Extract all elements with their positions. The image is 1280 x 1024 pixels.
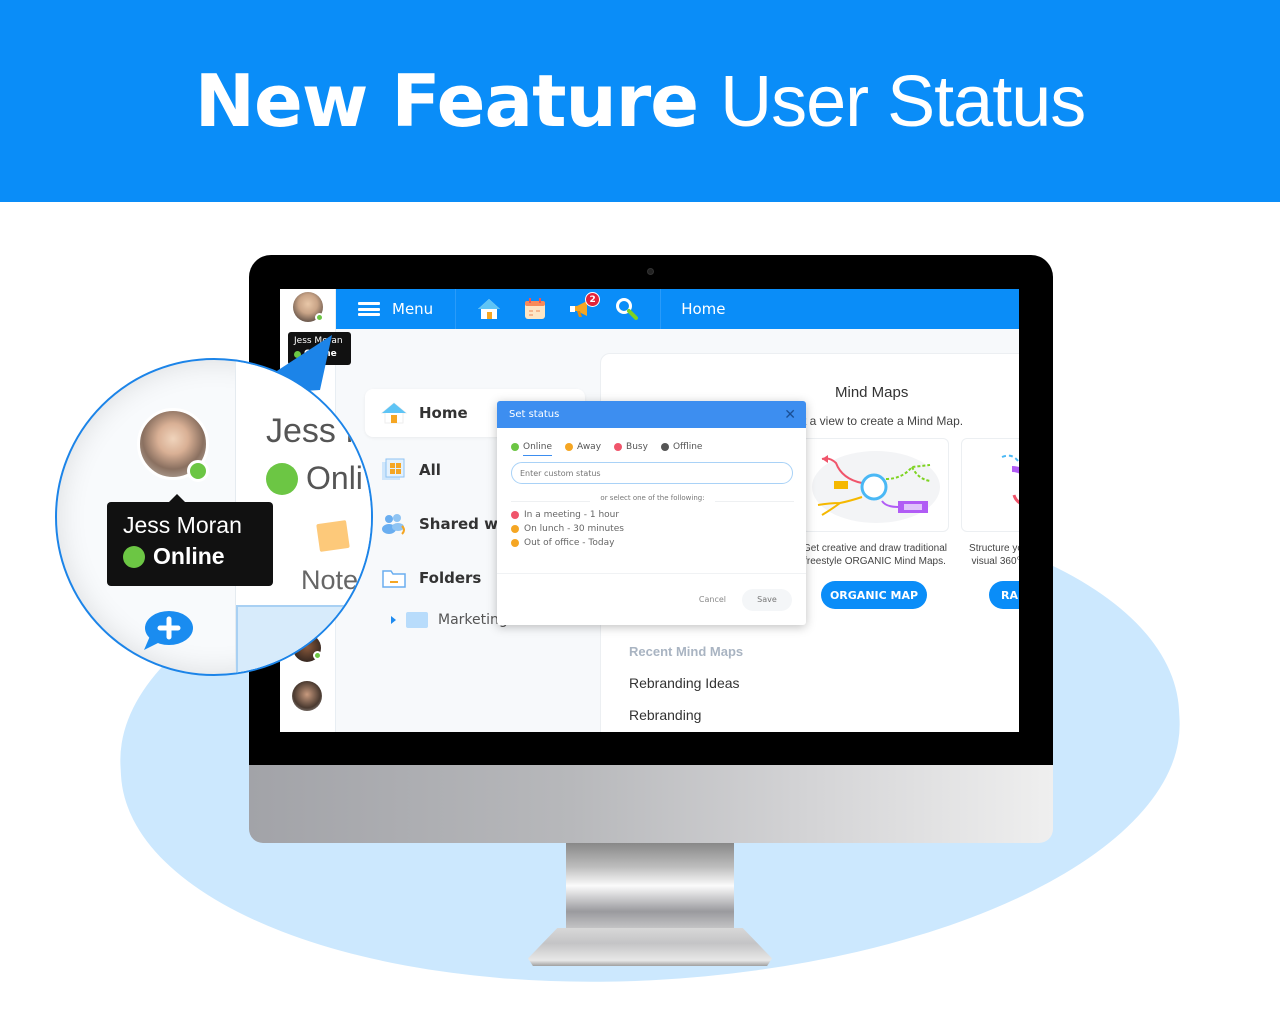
camera-icon — [647, 268, 654, 275]
radial-map-description: Structure yo visual 360° — [969, 543, 1019, 567]
home-icon — [478, 299, 501, 319]
dialog-footer: Cancel Save — [497, 573, 806, 625]
magnified-note-label: Note — [301, 565, 359, 595]
monitor-base — [528, 928, 772, 966]
save-button[interactable]: Save — [742, 588, 792, 611]
busy-dot-icon — [614, 443, 623, 451]
magnified-selection — [236, 605, 371, 674]
status-option-offline[interactable]: Offline — [660, 442, 702, 452]
radial-map-preview[interactable] — [961, 438, 1019, 532]
or-select-text: or select one of the following: — [590, 494, 715, 502]
online-status-dot — [187, 460, 209, 482]
folder-icon — [406, 612, 428, 628]
app-screen: Menu 2 Home Jess Moran Online Home — [280, 289, 1019, 732]
radial-map-button[interactable]: RA — [989, 581, 1019, 609]
recent-heading: Recent Mind Maps — [629, 644, 744, 659]
organic-map-button[interactable]: ORGANIC MAP — [821, 581, 927, 609]
cancel-button[interactable]: Cancel — [699, 595, 726, 604]
organic-mindmap-illustration — [812, 451, 940, 523]
online-status-dot — [315, 313, 324, 322]
organic-map-preview[interactable] — [801, 438, 949, 532]
search-button[interactable] — [604, 289, 650, 329]
hamburger-icon — [358, 302, 380, 316]
home-button[interactable] — [466, 289, 512, 329]
dialog-header: Set status ✕ — [497, 401, 806, 428]
busy-dot-icon — [511, 511, 519, 519]
menu-label: Menu — [392, 300, 434, 318]
calendar-button[interactable] — [512, 289, 558, 329]
dialog-title: Set status — [509, 409, 560, 420]
folder-icon — [382, 570, 406, 588]
radial-mindmap-illustration — [1001, 454, 1019, 505]
set-status-dialog: Set status ✕ Online Away Busy Offline or… — [497, 401, 806, 625]
people-icon — [382, 514, 405, 535]
top-navigation-bar: Menu 2 Home — [336, 289, 1019, 329]
section-title: Mind Maps — [835, 384, 909, 401]
preset-status[interactable]: On lunch - 30 minutes — [497, 522, 806, 536]
online-dot-icon — [266, 462, 298, 495]
preset-status[interactable]: Out of office - Today — [497, 536, 806, 550]
status-option-online[interactable]: Online — [511, 442, 553, 456]
page-title: Home — [681, 300, 726, 318]
recent-item[interactable]: Rebranding Ideas — [629, 675, 740, 691]
banner-title: New Feature User Status — [194, 59, 1087, 143]
grid-icon — [382, 458, 405, 480]
section-subtitle: ct a view to create a Mind Map. — [797, 414, 964, 428]
notifications-button[interactable]: 2 — [558, 289, 604, 329]
notification-badge: 2 — [585, 292, 601, 307]
search-icon — [616, 298, 639, 320]
nav-item-label: All — [419, 461, 441, 479]
banner: New Feature User Status — [0, 0, 1280, 202]
menu-button[interactable]: Menu — [336, 289, 457, 329]
status-options: Online Away Busy Offline — [497, 428, 806, 456]
toolbar-icons: 2 — [456, 289, 662, 329]
organic-map-description: Get creative and draw traditional freest… — [803, 543, 947, 567]
expand-caret-icon[interactable] — [391, 616, 396, 624]
nav-item-label: Home — [419, 404, 468, 422]
note-icon — [316, 520, 350, 552]
away-dot-icon — [511, 525, 519, 533]
offline-dot-icon — [660, 443, 669, 451]
magnified-user-tooltip: Jess Moran Online — [107, 494, 273, 586]
status-option-away[interactable]: Away — [565, 442, 601, 452]
monitor-chin — [249, 765, 1053, 843]
banner-title-bold: New Feature — [194, 59, 699, 143]
calendar-icon — [525, 298, 546, 319]
new-chat-icon[interactable] — [142, 610, 194, 652]
recent-item[interactable]: Rebranding — [629, 707, 701, 723]
magnified-name: Jess M — [266, 412, 373, 450]
magnified-tooltip-name: Jess Moran — [123, 512, 242, 538]
away-dot-icon — [511, 539, 519, 547]
home-icon — [381, 402, 407, 424]
nav-item-label: Folders — [419, 569, 482, 587]
magnified-status: Onli — [266, 460, 363, 497]
monitor-stand — [566, 843, 734, 938]
banner-title-light: User Status — [720, 62, 1086, 142]
divider: or select one of the following: — [511, 494, 794, 508]
preset-status[interactable]: In a meeting - 1 hour — [497, 508, 806, 522]
contact-avatar[interactable] — [292, 681, 322, 711]
magnified-tooltip-status: Online — [153, 543, 225, 569]
close-icon[interactable]: ✕ — [784, 407, 796, 423]
custom-status-input[interactable] — [511, 462, 793, 484]
away-dot-icon — [565, 443, 574, 451]
status-option-busy[interactable]: Busy — [614, 442, 648, 452]
online-dot-icon — [511, 443, 519, 451]
online-dot-icon — [123, 545, 145, 568]
zoom-magnifier: Jess M Onli Note Jess Moran Online — [55, 358, 373, 676]
